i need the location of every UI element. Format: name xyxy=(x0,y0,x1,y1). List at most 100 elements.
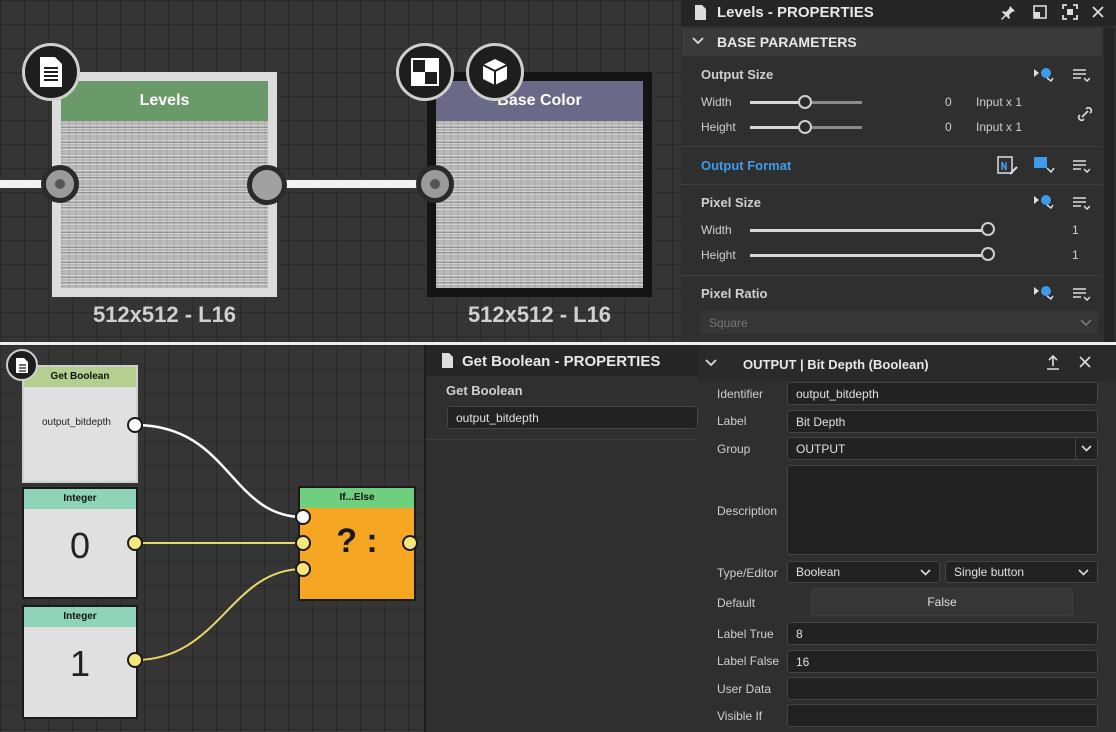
getbool-panel-title: Get Boolean - PROPERTIES xyxy=(462,353,661,370)
levels-properties-panel: Levels - PROPERTIES BASE PARAMETERS Outp… xyxy=(681,0,1116,342)
document-icon xyxy=(6,349,38,381)
getbool-value-input[interactable]: output_bitdepth xyxy=(447,406,698,429)
levels-node[interactable]: Levels xyxy=(52,72,277,297)
type-value: Boolean xyxy=(796,565,841,579)
link-icon[interactable] xyxy=(1077,106,1093,122)
inherit-icon[interactable] xyxy=(1033,193,1055,209)
integer-1-node[interactable]: Integer 1 xyxy=(22,605,138,719)
output-width-label: Width xyxy=(701,95,732,109)
pixel-width-slider[interactable] xyxy=(750,229,988,232)
base-parameters-title: BASE PARAMETERS xyxy=(717,34,857,50)
get-boolean-output-label: output_bitdepth xyxy=(42,417,111,428)
format-inherit-icon[interactable] xyxy=(1033,156,1055,174)
menu-icon[interactable] xyxy=(1072,68,1090,82)
maximize-icon[interactable] xyxy=(1062,4,1078,20)
output-format-label[interactable]: Output Format xyxy=(701,158,791,173)
panel-scrollbar[interactable] xyxy=(1104,28,1114,342)
type-select[interactable]: Boolean xyxy=(787,561,940,583)
chevron-down-icon xyxy=(1081,445,1092,452)
group-dropdown-button[interactable] xyxy=(1075,438,1097,459)
default-toggle-button[interactable]: False xyxy=(811,588,1073,616)
close-icon[interactable] xyxy=(1079,356,1091,368)
pixel-width-knob[interactable] xyxy=(981,222,995,236)
levels-panel-title: Levels - PROPERTIES xyxy=(717,4,874,21)
pixel-ratio-select[interactable]: Square xyxy=(700,311,1098,334)
integer-0-node[interactable]: Integer 0 xyxy=(22,487,138,599)
inherit-icon[interactable] xyxy=(1033,66,1055,82)
user-data-label: User Data xyxy=(717,682,772,696)
label-false-input[interactable]: 16 xyxy=(787,650,1098,673)
document-icon xyxy=(22,43,80,101)
identifier-label: Identifier xyxy=(717,387,764,401)
connection-levels-basecolor xyxy=(285,180,425,188)
integer-1-value: 1 xyxy=(69,643,91,684)
basecolor-input-port[interactable] xyxy=(416,165,454,203)
bottom-graph-canvas[interactable]: Get Boolean output_bitdepth Integer 0 In… xyxy=(0,345,424,732)
levels-resolution: 512x512 - L16 xyxy=(92,302,237,327)
description-textarea[interactable] xyxy=(787,465,1098,555)
ifelse-symbol: ? : xyxy=(336,522,378,560)
checker-icon xyxy=(396,43,454,101)
ifelse-true-port[interactable] xyxy=(295,535,311,551)
label-false-label: Label False xyxy=(717,654,780,668)
user-data-input[interactable] xyxy=(787,677,1098,700)
label-input[interactable]: Bit Depth xyxy=(787,410,1098,433)
chevron-down-icon xyxy=(920,569,931,576)
group-value: OUTPUT xyxy=(796,441,846,456)
label-label: Label xyxy=(717,414,747,428)
pixel-width-label: Width xyxy=(701,223,732,237)
get-boolean-node[interactable]: Get Boolean output_bitdepth xyxy=(22,365,138,483)
type-editor-label: Type/Editor xyxy=(717,566,778,580)
output-width-knob[interactable] xyxy=(798,95,812,109)
pixel-height-slider[interactable] xyxy=(750,254,988,257)
output-height-knob[interactable] xyxy=(798,120,812,134)
editor-value: Single button xyxy=(954,565,1025,579)
levels-output-port[interactable] xyxy=(247,165,287,205)
get-boolean-output-port[interactable] xyxy=(127,417,143,433)
output-height-label: Height xyxy=(701,120,736,134)
pin-icon[interactable] xyxy=(1001,5,1016,20)
menu-icon[interactable] xyxy=(1072,196,1090,210)
levels-input-port[interactable] xyxy=(41,165,79,203)
base-parameters-header[interactable]: BASE PARAMETERS xyxy=(682,28,1102,56)
label-true-input[interactable]: 8 xyxy=(787,622,1098,645)
output-width-value: 0 xyxy=(945,95,952,109)
ifelse-output-port[interactable] xyxy=(402,535,418,551)
format-edit-icon[interactable] xyxy=(997,156,1019,176)
visible-if-input[interactable] xyxy=(787,704,1098,727)
menu-icon[interactable] xyxy=(1072,159,1090,173)
basecolor-node[interactable]: Base Color xyxy=(427,72,652,297)
close-icon[interactable] xyxy=(1091,5,1105,19)
default-value: False xyxy=(927,595,957,609)
float-window-icon[interactable] xyxy=(1033,5,1047,19)
menu-icon[interactable] xyxy=(1072,287,1090,301)
pixel-ratio-value: Square xyxy=(709,316,748,330)
getbool-properties-panel: Get Boolean - PROPERTIES Get Boolean out… xyxy=(426,345,698,732)
top-graph-canvas[interactable]: Levels 512x512 - L16 Base Color 512x512 … xyxy=(0,0,681,342)
editor-select[interactable]: Single button xyxy=(945,561,1098,583)
integer-0-node-header: Integer xyxy=(24,489,136,509)
default-label: Default xyxy=(717,596,756,610)
group-combobox[interactable]: OUTPUT xyxy=(787,437,1098,460)
document-icon xyxy=(442,353,453,368)
chevron-down-icon xyxy=(1080,319,1092,327)
pixel-height-value: 1 xyxy=(1072,248,1079,262)
ifelse-node[interactable]: If...Else ? : xyxy=(298,486,416,601)
export-icon[interactable] xyxy=(1046,355,1060,371)
output-panel-title: OUTPUT | Bit Depth (Boolean) xyxy=(743,357,929,372)
ifelse-false-port[interactable] xyxy=(295,561,311,577)
document-icon xyxy=(695,5,706,20)
ifelse-condition-port[interactable] xyxy=(295,509,311,525)
output-height-value: 0 xyxy=(945,120,952,134)
basecolor-node-thumbnail xyxy=(436,121,643,288)
inherit-icon[interactable] xyxy=(1033,284,1055,300)
chevron-down-icon xyxy=(1078,569,1089,576)
integer-0-output-port[interactable] xyxy=(127,535,143,551)
identifier-input[interactable]: output_bitdepth xyxy=(787,382,1098,405)
chevron-down-icon[interactable] xyxy=(705,359,717,367)
basecolor-resolution: 512x512 - L16 xyxy=(467,302,612,327)
integer-1-output-port[interactable] xyxy=(127,652,143,668)
pixel-height-knob[interactable] xyxy=(981,247,995,261)
pixel-ratio-label: Pixel Ratio xyxy=(701,286,768,301)
pixel-width-value: 1 xyxy=(1072,223,1079,237)
